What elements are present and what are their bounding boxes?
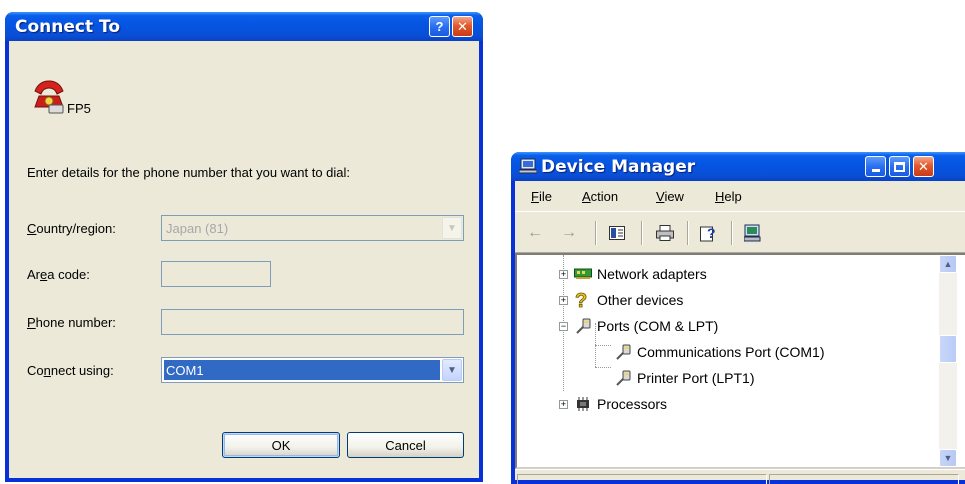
minimize-icon <box>871 169 880 172</box>
svg-text:?: ? <box>707 225 716 241</box>
cancel-button[interactable]: Cancel <box>347 432 464 458</box>
tree-item-printer-port[interactable]: Printer Port (LPT1) <box>613 367 754 389</box>
phone-number-input[interactable] <box>161 309 464 335</box>
device-manager-body: File Action View Help ← → ? + Network ad… <box>515 181 965 484</box>
close-button[interactable]: ✕ <box>913 156 934 177</box>
close-icon: ✕ <box>457 18 468 34</box>
scroll-down-button[interactable]: ▼ <box>939 449 957 467</box>
connect-to-title: Connect To <box>15 17 121 37</box>
minimize-button[interactable] <box>865 156 886 177</box>
tree-connector-line <box>595 367 611 368</box>
tree-item-ports[interactable]: Ports (COM & LPT) <box>573 315 718 337</box>
device-tree: + Network adapters + ? Other devices − P… <box>515 253 965 469</box>
connection-name: FP5 <box>67 101 91 116</box>
tree-item-communications-port[interactable]: Communications Port (COM1) <box>613 341 825 363</box>
toolbar-separator <box>687 221 689 245</box>
menu-file[interactable]: File <box>531 189 552 204</box>
unknown-device-icon: ? <box>573 290 593 310</box>
scroll-thumb[interactable] <box>939 335 957 363</box>
tree-item-label: Other devices <box>597 292 684 308</box>
connect-using-label: Connect using: <box>27 363 114 378</box>
tree-item-label: Network adapters <box>597 266 707 282</box>
connect-to-titlebar[interactable]: Connect To ? ✕ <box>5 12 483 41</box>
chevron-down-icon[interactable]: ▼ <box>442 359 462 381</box>
menu-action[interactable]: Action <box>582 189 618 204</box>
toolbar-separator <box>641 221 643 245</box>
close-icon: ✕ <box>918 158 929 174</box>
tree-item-processors[interactable]: Processors <box>573 393 667 415</box>
ok-button[interactable]: OK <box>222 432 340 458</box>
country-region-value: Japan (81) <box>166 221 229 236</box>
vertical-scrollbar[interactable]: ▲ ▼ <box>939 255 957 467</box>
tree-item-network-adapters[interactable]: Network adapters <box>573 263 707 285</box>
port-icon <box>613 342 633 362</box>
print-icon[interactable] <box>653 222 677 244</box>
chevron-down-icon[interactable]: ▼ <box>442 217 462 239</box>
tree-item-label: Ports (COM & LPT) <box>597 318 719 334</box>
port-icon <box>613 368 633 388</box>
tree-item-label: Printer Port (LPT1) <box>637 370 755 386</box>
device-manager-titlebar[interactable]: Device Manager ✕ <box>511 152 965 181</box>
device-manager-title: Device Manager <box>541 157 696 177</box>
area-code-label: Area code: <box>27 267 90 282</box>
toolbar: ← → ? <box>515 211 965 253</box>
device-manager-window: Device Manager ✕ File Action View Help ←… <box>511 152 965 484</box>
close-button[interactable]: ✕ <box>452 16 473 37</box>
status-pane <box>769 474 959 484</box>
country-region-select[interactable]: Japan (81) ▼ <box>161 215 464 241</box>
phone-number-label: Phone number: <box>27 315 116 330</box>
computer-icon <box>518 158 538 174</box>
help-button[interactable]: ? <box>429 16 450 37</box>
connect-to-dialog: Connect To ? ✕ FP5 Enter details for the… <box>5 12 483 482</box>
scroll-up-button[interactable]: ▲ <box>939 255 957 273</box>
tree-item-label: Communications Port (COM1) <box>637 344 825 360</box>
scan-hardware-icon[interactable] <box>741 222 765 244</box>
toolbar-separator <box>595 221 597 245</box>
svg-text:?: ? <box>575 290 587 310</box>
tree-item-other-devices[interactable]: ? Other devices <box>573 289 684 311</box>
port-icon <box>573 316 593 336</box>
back-arrow-icon[interactable]: ← <box>523 222 547 244</box>
collapse-toggle[interactable]: − <box>559 322 568 331</box>
expand-toggle[interactable]: + <box>559 296 568 305</box>
maximize-icon <box>894 161 905 172</box>
expand-toggle[interactable]: + <box>559 400 568 409</box>
menu-help[interactable]: Help <box>715 189 742 204</box>
properties-help-icon[interactable]: ? <box>697 222 721 244</box>
menu-view[interactable]: View <box>656 189 684 204</box>
telephone-icon <box>31 77 67 115</box>
connect-using-select[interactable]: COM1 ▼ <box>161 357 464 383</box>
toolbar-separator <box>731 221 733 245</box>
tree-connector-line <box>595 345 611 346</box>
country-region-label: Country/region: <box>27 221 116 236</box>
help-icon: ? <box>435 19 444 34</box>
tree-item-label: Processors <box>597 396 668 412</box>
maximize-button[interactable] <box>889 156 910 177</box>
show-hide-console-tree-icon[interactable] <box>605 222 629 244</box>
status-pane <box>517 474 767 484</box>
connect-to-body: FP5 Enter details for the phone number t… <box>9 41 479 478</box>
menu-bar: File Action View Help <box>515 181 965 211</box>
area-code-input[interactable] <box>161 261 271 287</box>
expand-toggle[interactable]: + <box>559 270 568 279</box>
connect-using-value: COM1 <box>164 360 440 380</box>
status-bar <box>515 469 965 484</box>
network-adapter-icon <box>573 264 593 284</box>
forward-arrow-icon[interactable]: → <box>557 222 581 244</box>
processor-icon <box>573 394 593 414</box>
instructions-text: Enter details for the phone number that … <box>27 165 351 180</box>
